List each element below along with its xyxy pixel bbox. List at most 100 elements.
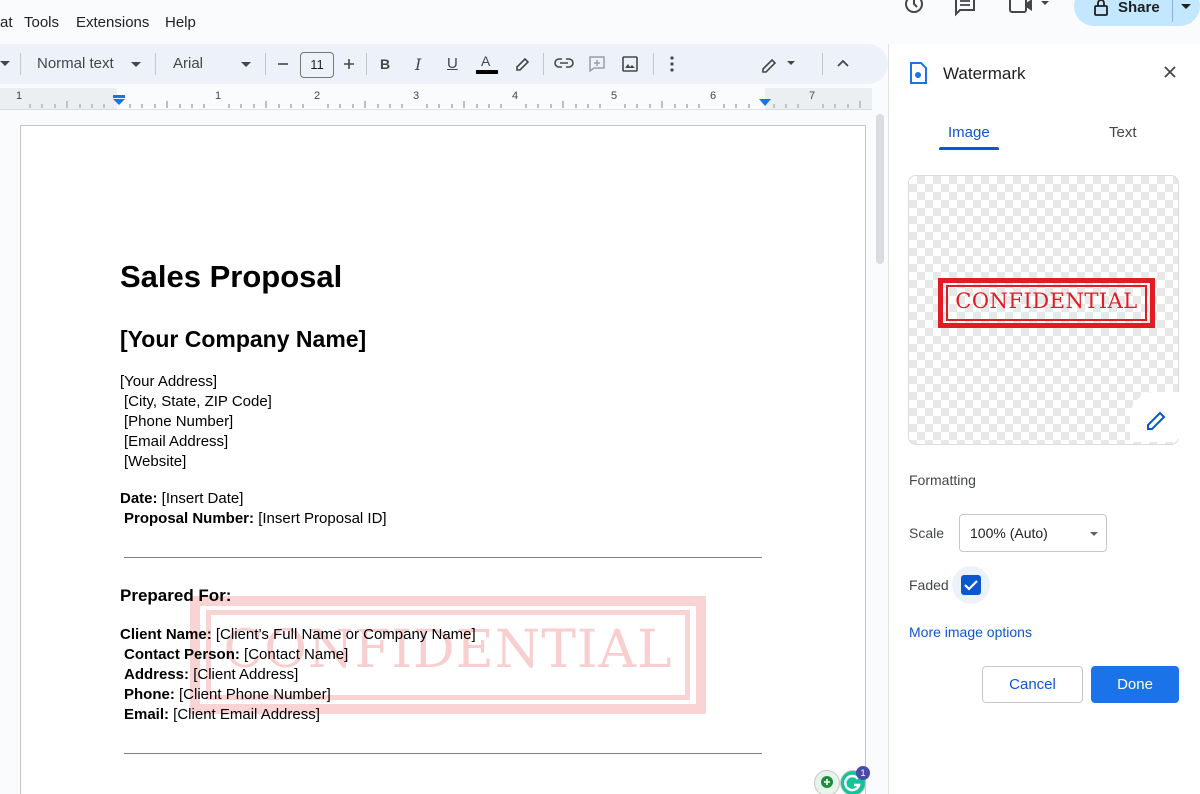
chevron-down-icon[interactable] [131,61,141,69]
underline-button[interactable]: U [447,55,458,72]
ruler-number: 2 [314,90,321,102]
client-field-value: [Client Phone Number] [174,686,331,703]
meet-icon[interactable] [1008,0,1052,18]
close-icon[interactable] [1160,62,1180,86]
ruler-number: 6 [710,90,717,102]
proposal-number-label: Proposal Number: [124,510,255,527]
menu-item-format[interactable]: at [0,14,13,31]
insert-image-icon[interactable] [622,56,638,72]
lock-icon [1094,0,1108,16]
contact-person-line: Contact Person: [Contact Name] [124,645,348,665]
toolbar-divider [366,53,367,75]
toolbar-divider [653,53,654,75]
edit-image-button[interactable] [1130,392,1180,442]
version-history-icon[interactable] [902,0,926,18]
client-email-line: Email: [Client Email Address] [124,705,320,725]
toolbar-divider [822,53,823,75]
more-image-options-link[interactable]: More image options [909,624,1032,640]
decrease-font-size-icon[interactable] [276,56,290,72]
vertical-scrollbar[interactable] [876,114,884,264]
address-line: [Email Address] [124,433,229,450]
chevron-down-icon[interactable] [241,61,251,69]
left-indent-marker-icon[interactable] [112,95,126,107]
menu-item-tools[interactable]: Tools [24,14,59,31]
faded-checkbox[interactable] [961,575,981,595]
ruler[interactable] [0,88,872,110]
horizontal-rule [124,753,762,754]
toolbar-divider [20,53,21,75]
bold-button[interactable]: B [380,56,390,72]
date-label: Date: [120,490,158,507]
client-address-line: Address: [Client Address] [124,665,298,685]
menu-item-extensions[interactable]: Extensions [76,14,149,31]
client-name-line: Client Name: [Client’s Full Name or Comp… [120,625,476,645]
chevron-down-icon[interactable] [0,60,10,68]
toolbar-divider [155,53,156,75]
client-phone-line: Phone: [Client Phone Number] [124,685,331,705]
address-line: [Phone Number] [124,413,234,430]
prepared-for-heading: Prepared For: [120,586,232,605]
ruler-number: 5 [611,90,618,102]
font-size-input[interactable]: 11 [300,52,334,78]
toolbar-divider [543,53,544,75]
collapse-toolbar-icon[interactable] [836,58,850,68]
date-value: [Insert Date] [157,490,244,507]
address-line: [Website] [124,453,187,470]
comments-icon[interactable] [953,0,977,18]
done-button[interactable]: Done [1091,666,1179,703]
client-field-label: Client Name: [120,626,212,643]
notification-count-badge: 1 [856,766,870,780]
scale-label: Scale [909,525,945,541]
share-divider [1172,0,1173,22]
tab-image[interactable]: Image [948,124,990,141]
ruler-number: 1 [16,90,23,102]
horizontal-rule [124,557,762,558]
ruler-ticks [0,88,872,110]
google-docs-window: at Tools Extensions Help Share Normal te… [0,0,1200,794]
faded-label: Faded [909,577,949,593]
client-field-value: [Contact Name] [239,646,349,663]
explore-button[interactable] [814,770,840,794]
highlight-icon[interactable] [514,54,532,72]
menu-bar: at Tools Extensions Help [0,0,888,44]
proposal-number-line: Proposal Number: [Insert Proposal ID] [124,509,387,529]
ruler-number: 3 [413,90,420,102]
paragraph-style-select[interactable]: Normal text [37,55,114,72]
increase-font-size-icon[interactable] [342,56,356,72]
watermark-doc-icon [909,62,927,84]
client-field-label: Contact Person: [124,646,240,663]
font-family-select[interactable]: Arial [173,55,203,72]
text-color-swatch [476,70,498,74]
client-field-label: Phone: [124,686,175,703]
link-icon[interactable] [554,56,574,70]
address-line: [Your Address] [120,373,218,390]
tab-text[interactable]: Text [1109,124,1137,141]
italic-button[interactable]: I [415,55,421,74]
scale-value: 100% (Auto) [970,525,1048,541]
add-comment-icon[interactable] [588,55,606,73]
panel-title: Watermark [943,64,1026,83]
document-title: Sales Proposal [120,259,343,294]
active-tab-indicator [939,147,999,150]
text-color-button[interactable]: A [481,53,490,69]
right-indent-marker-icon[interactable] [758,98,772,108]
formatting-label: Formatting [909,472,976,488]
editing-mode-icon[interactable] [760,55,800,73]
chevron-down-icon [1090,531,1098,537]
company-name-heading: [Your Company Name] [120,326,367,352]
client-field-value: [Client Address] [189,666,299,683]
client-field-label: Address: [124,666,190,683]
address-line: [City, State, ZIP Code] [124,393,272,410]
toolbar-divider [265,53,266,75]
proposal-number-value: [Insert Proposal ID] [254,510,387,527]
ruler-number: 4 [512,90,519,102]
client-field-label: Email: [124,706,170,723]
more-options-icon[interactable] [669,56,675,72]
menu-item-help[interactable]: Help [165,14,196,31]
share-menu-chevron-icon[interactable] [1180,3,1192,11]
ruler-number: 1 [215,90,222,102]
client-field-value: [Client Email Address] [169,706,320,723]
stamp-text: CONFIDENTIAL [955,289,1138,313]
cancel-button[interactable]: Cancel [982,666,1083,703]
client-field-value: [Client’s Full Name or Company Name] [211,626,476,643]
